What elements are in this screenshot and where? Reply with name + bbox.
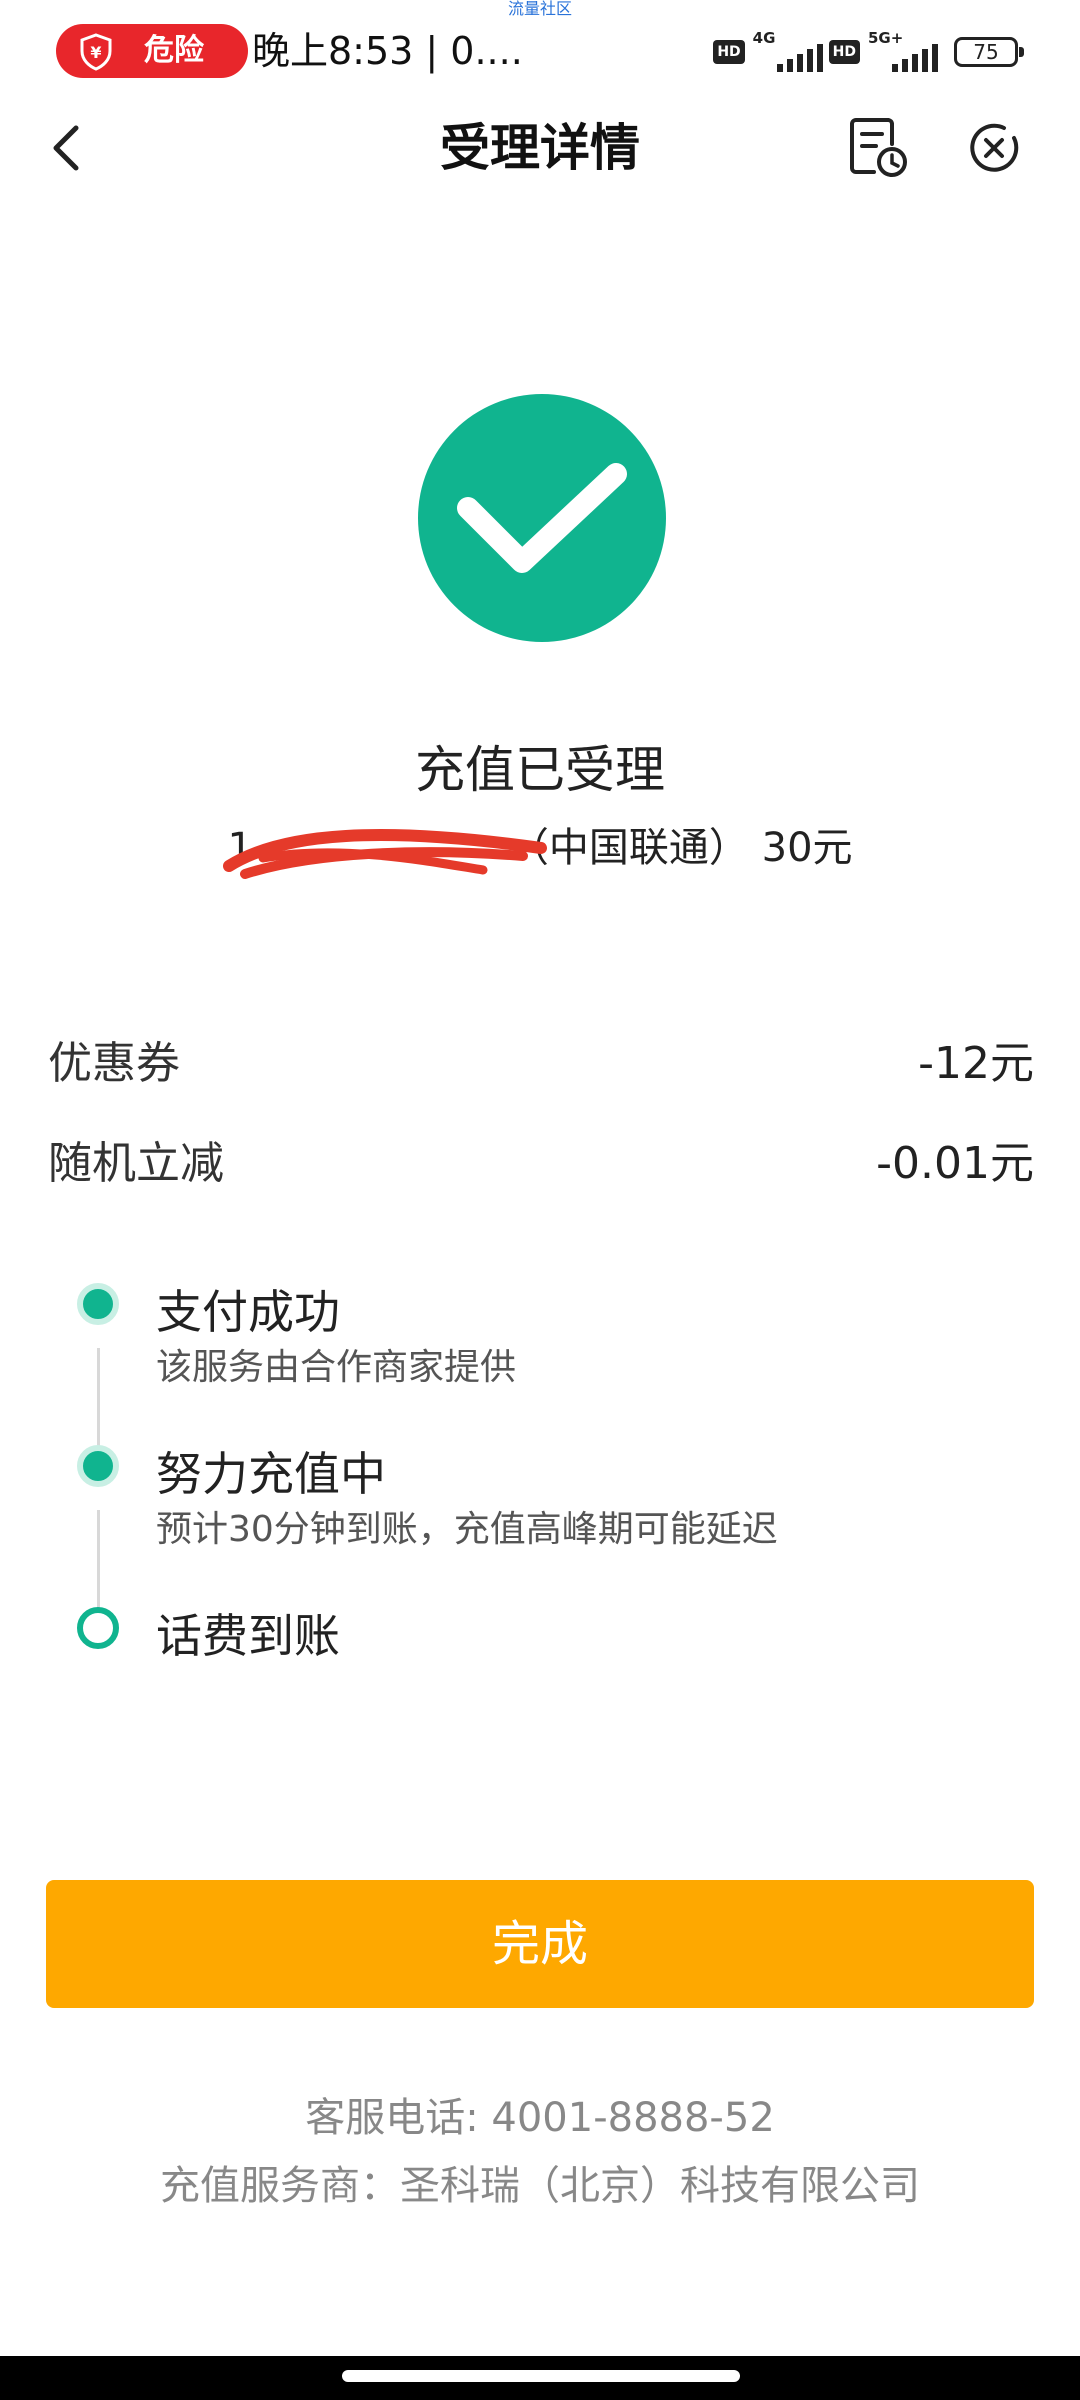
phone-number-redacted: 1 xyxy=(223,820,548,879)
carrier-amount: （中国联通） 30元 xyxy=(508,825,853,871)
timeline-step-title: 努力充值中 xyxy=(156,1447,386,1501)
timeline-dot-done xyxy=(77,1445,119,1487)
discount-row-random: 随机立减 -0.01元 xyxy=(48,1132,1034,1196)
close-button[interactable] xyxy=(966,120,1022,176)
hd-badge-2: HD xyxy=(828,40,860,64)
close-circle-icon xyxy=(970,123,1019,172)
signal-5g: 5G+ xyxy=(866,30,938,74)
shield-yen-icon: ¥ xyxy=(76,32,116,76)
discount-value: -0.01元 xyxy=(876,1138,1034,1189)
risk-alert-pill[interactable]: ¥ 危险 xyxy=(56,24,248,78)
success-check-icon xyxy=(418,394,666,642)
network-type-label: 4G xyxy=(752,29,776,47)
signal-4g: 4G xyxy=(751,30,823,74)
timeline-step-title: 话费到账 xyxy=(156,1609,340,1663)
signal-bars-icon xyxy=(892,44,938,72)
service-provider: 充值服务商：圣科瑞（北京）科技有限公司 xyxy=(160,2163,920,2209)
customer-service-phone[interactable]: 客服电话: 4001-8888-52 xyxy=(0,2090,1080,2146)
svg-text:¥: ¥ xyxy=(90,43,101,62)
home-indicator[interactable] xyxy=(342,2370,740,2382)
status-bar: ¥ 危险 晚上8:53 | 0.... HD 4G HD 5G+ 75 xyxy=(0,22,1080,82)
hd-badge: HD xyxy=(713,40,745,64)
watermark-text: 流量社区 xyxy=(507,0,572,18)
signal-bars-icon xyxy=(776,44,823,72)
timeline-dot-pending xyxy=(77,1607,119,1649)
discount-label: 随机立减 xyxy=(48,1138,224,1189)
status-indicators: HD 4G HD 5G+ 75 xyxy=(713,30,1024,74)
status-time: 晚上8:53 | 0.... xyxy=(252,29,523,73)
records-button[interactable] xyxy=(848,114,910,180)
status-title: 充值已受理 xyxy=(415,741,665,799)
done-button[interactable]: 完成 xyxy=(46,1880,1034,2008)
system-nav-bar xyxy=(0,2356,1080,2400)
recharge-summary: 1 （中国联通） 30元 xyxy=(0,820,1080,879)
nav-bar: 受理详情 xyxy=(0,100,1080,196)
phone-number-visible: 1 xyxy=(227,825,253,871)
risk-label: 危险 xyxy=(144,33,204,68)
battery-icon: 75 xyxy=(954,37,1024,67)
discount-label: 优惠券 xyxy=(48,1038,180,1089)
discount-value: -12元 xyxy=(918,1038,1034,1089)
timeline-step-desc: 该服务由合作商家提供 xyxy=(156,1347,517,1388)
timeline-step-desc: 预计30分钟到账，充值高峰期可能延迟 xyxy=(156,1509,778,1550)
battery-level: 75 xyxy=(973,40,999,64)
timeline-step-title: 支付成功 xyxy=(156,1285,340,1339)
discount-row-coupon: 优惠券 -12元 xyxy=(48,1032,1034,1096)
document-clock-icon xyxy=(850,118,907,177)
progress-timeline: 支付成功 该服务由合作商家提供 努力充值中 预计30分钟到账，充值高峰期可能延迟… xyxy=(0,1260,1080,1700)
timeline-dot-done xyxy=(77,1283,119,1325)
redaction-scribble xyxy=(223,829,548,879)
page-title: 受理详情 xyxy=(440,119,640,177)
